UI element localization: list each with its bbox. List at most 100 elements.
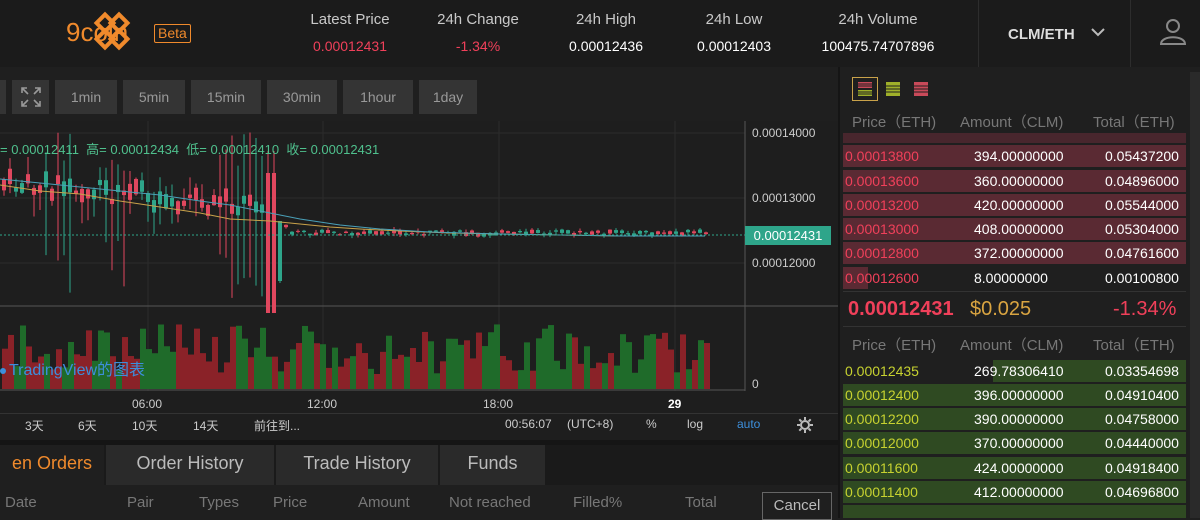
bid-amount: 412.00000000: [974, 484, 1064, 500]
book-last-price-usd: $0.025: [970, 298, 1032, 320]
ask-total: 0.05544000: [1105, 197, 1179, 213]
ohlc-readout: = 0.00012411 高= 0.00012434 低= 0.00012410…: [0, 142, 380, 157]
candle: [560, 229, 564, 233]
ask-row[interactable]: 0.00012800 372.00000000 0.04761600: [843, 242, 1186, 264]
interval-5min[interactable]: 5min: [123, 80, 185, 114]
bid-price: 0.00011600: [845, 460, 918, 476]
book-view-all-button[interactable]: [852, 77, 878, 101]
candle: [320, 229, 324, 233]
user-icon[interactable]: [1158, 16, 1188, 46]
volume-bar: [386, 335, 392, 389]
auto-scale-button[interactable]: auto: [737, 417, 760, 431]
candle: [584, 232, 588, 235]
candle: [344, 231, 348, 233]
book-all-icon: [858, 82, 872, 96]
candle: [242, 195, 246, 204]
percent-scale-button[interactable]: %: [646, 417, 657, 431]
ask-amount: 360.00000000: [974, 173, 1064, 189]
candle: [440, 230, 444, 232]
volume-bar: [536, 338, 542, 389]
volume-bar: [326, 367, 332, 389]
x-axis-label: 12:00: [307, 397, 338, 411]
brand-name[interactable]: 9coin: [66, 17, 128, 48]
bid-row[interactable]: 0.00012400 396.00000000 0.04910400: [843, 384, 1186, 406]
candle: [62, 181, 66, 197]
goto-date-button[interactable]: 前往到...: [254, 417, 300, 434]
bid-total: 0.04910400: [1105, 387, 1179, 403]
range-3d[interactable]: 3天: [25, 417, 44, 434]
volume-bar: [266, 356, 272, 389]
candle: [182, 200, 186, 206]
candle: [512, 231, 516, 234]
tab-open-orders[interactable]: en Orders: [0, 445, 104, 485]
cancel-all-button[interactable]: Cancel: [762, 492, 832, 520]
book-bids-icon[interactable]: [882, 78, 904, 100]
candle: [590, 231, 594, 235]
volume-bar: [704, 343, 710, 389]
fullscreen-button[interactable]: [12, 80, 49, 114]
candle: [278, 221, 282, 281]
volume-bar: [476, 332, 482, 389]
candle: [614, 230, 618, 233]
tab-order-history[interactable]: Order History: [106, 445, 274, 485]
stat-label-24h-change: 24h Change: [437, 11, 519, 28]
volume-bar: [206, 361, 212, 389]
bid-row[interactable]: 0.00012435 269.78306410 0.03354698: [843, 360, 1186, 382]
book-last-price: 0.00012431: [848, 298, 954, 320]
gear-icon[interactable]: [797, 417, 813, 433]
interval-30min[interactable]: 30min: [267, 80, 337, 114]
timezone-button[interactable]: (UTC+8): [567, 417, 613, 431]
header-divider: [1130, 0, 1131, 67]
last-price-tag: 0.00012431: [745, 226, 831, 245]
toolbar-button[interactable]: [0, 80, 6, 114]
chevron-down-icon[interactable]: [1090, 24, 1106, 40]
bid-row[interactable]: 0.00011400 412.00000000 0.04696800: [843, 481, 1186, 503]
volume-bar: [680, 334, 686, 389]
volume-bar: [650, 334, 656, 389]
beta-badge: Beta: [154, 24, 191, 43]
candle: [272, 173, 276, 313]
y-axis-label: 0.00012000: [752, 256, 816, 270]
interval-15min[interactable]: 15min: [191, 80, 261, 114]
range-14d[interactable]: 14天: [193, 417, 218, 434]
volume-bar: [182, 347, 188, 389]
volume-bar: [392, 358, 398, 389]
volume-bar: [146, 349, 152, 389]
scrollbar[interactable]: [1190, 72, 1200, 518]
range-10d[interactable]: 10天: [132, 417, 157, 434]
candle: [608, 229, 612, 234]
ask-price: 0.00012600: [845, 270, 919, 286]
interval-1day[interactable]: 1day: [419, 80, 477, 114]
volume-bar: [242, 338, 248, 389]
candle: [224, 188, 228, 202]
book-asks-icon[interactable]: [910, 78, 932, 100]
bid-row[interactable]: 0.00011600 424.00000000 0.04918400: [843, 457, 1186, 479]
bid-row[interactable]: 0.00012000 370.00000000 0.04440000: [843, 432, 1186, 454]
candle: [38, 185, 42, 193]
volume-bar: [692, 360, 698, 389]
candle: [368, 230, 372, 234]
interval-1min[interactable]: 1min: [55, 80, 117, 114]
tab-trade-history[interactable]: Trade History: [276, 445, 438, 485]
candle: [290, 231, 294, 235]
candle: [362, 231, 366, 234]
volume-bar: [488, 332, 494, 389]
log-scale-button[interactable]: log: [687, 417, 703, 431]
volume-bar: [284, 361, 290, 389]
ask-row[interactable]: 0.00013800 394.00000000 0.05437200: [843, 145, 1186, 167]
tradingview-watermark: TradingView的图表: [0, 356, 145, 380]
candle: [620, 230, 624, 234]
bid-total: 0.04696800: [1105, 484, 1179, 500]
ask-row[interactable]: 0.00012600 8.00000000 0.00100800: [843, 267, 1186, 289]
interval-1hour[interactable]: 1hour: [343, 80, 413, 114]
ask-row[interactable]: 0.00013600 360.00000000 0.04896000: [843, 170, 1186, 192]
ask-row[interactable]: 0.00013200 420.00000000 0.05544000: [843, 194, 1186, 216]
volume-bar: [344, 358, 350, 389]
pair-selector[interactable]: CLM/ETH: [1008, 26, 1075, 43]
tab-funds[interactable]: Funds: [440, 445, 545, 485]
ask-row[interactable]: 0.00013000 408.00000000 0.05304000: [843, 218, 1186, 240]
bid-row[interactable]: 0.00012200 390.00000000 0.04758000: [843, 408, 1186, 430]
candle: [506, 231, 510, 233]
candle: [458, 230, 462, 232]
range-6d[interactable]: 6天: [78, 417, 97, 434]
